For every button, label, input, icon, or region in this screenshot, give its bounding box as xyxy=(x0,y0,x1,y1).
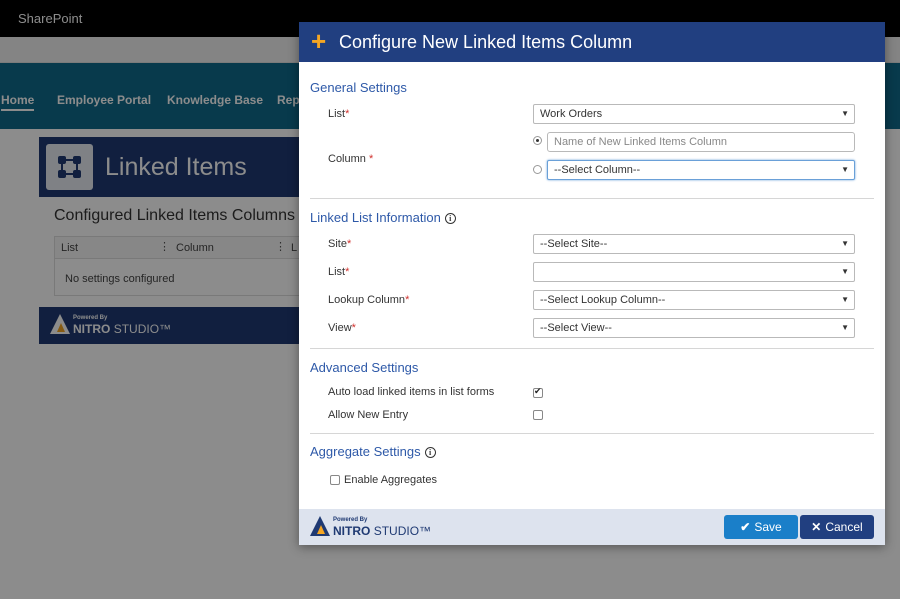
site-label: Site* xyxy=(328,238,351,250)
linked-list-title: Linked List Information i xyxy=(310,210,456,225)
site-select-value: --Select Site-- xyxy=(540,238,608,250)
configure-dialog: + Configure New Linked Items Column Gene… xyxy=(299,22,885,545)
lookup-column-label-text: Lookup Column xyxy=(328,294,406,306)
column-label: Column * xyxy=(328,153,373,165)
new-column-name-placeholder: Name of New Linked Items Column xyxy=(554,136,728,148)
chevron-down-icon: ▼ xyxy=(841,323,849,332)
view-select[interactable]: --Select View-- ▼ xyxy=(533,318,855,338)
save-button-label: Save xyxy=(754,520,782,534)
allow-new-entry-checkbox[interactable] xyxy=(533,410,543,420)
advanced-settings-title: Advanced Settings xyxy=(310,360,419,375)
lookup-column-select[interactable]: --Select Lookup Column-- ▼ xyxy=(533,290,855,310)
general-settings-title: General Settings xyxy=(310,80,407,95)
site-select[interactable]: --Select Site-- ▼ xyxy=(533,234,855,254)
column-label-text: Column xyxy=(328,153,366,165)
aggregate-settings-title: Aggregate Settings i xyxy=(310,444,436,459)
linked-list-select[interactable]: ▼ xyxy=(533,262,855,282)
powered-by-text: Powered By xyxy=(333,517,368,523)
list-select-value: Work Orders xyxy=(540,108,603,120)
check-icon: ✔ xyxy=(740,520,751,534)
nitro-word: NITRO xyxy=(333,524,371,538)
info-icon[interactable]: i xyxy=(424,447,436,459)
linked-list-label-text: List xyxy=(328,266,346,278)
nitro-studio-text: NITRO STUDIO™ xyxy=(333,524,431,538)
auto-load-label: Auto load linked items in list forms xyxy=(328,386,495,398)
required-marker: * xyxy=(346,238,352,250)
chevron-down-icon: ▼ xyxy=(841,165,849,174)
linked-list-title-text: Linked List Information xyxy=(310,210,441,225)
required-marker: * xyxy=(345,108,350,120)
new-column-name-input[interactable]: Name of New Linked Items Column xyxy=(547,132,855,152)
lookup-column-select-value: --Select Lookup Column-- xyxy=(540,294,666,306)
aggregate-settings-title-text: Aggregate Settings xyxy=(310,444,421,459)
view-label-text: View xyxy=(328,322,352,334)
info-icon[interactable]: i xyxy=(444,213,456,225)
dialog-footer: Powered By NITRO STUDIO™ ✔ Save ✕ Cancel xyxy=(299,509,885,545)
required-marker: * xyxy=(351,322,356,334)
view-select-value: --Select View-- xyxy=(540,322,612,334)
list-label-text: List xyxy=(328,108,346,120)
close-icon: ✕ xyxy=(811,520,822,534)
chevron-down-icon: ▼ xyxy=(841,239,849,248)
enable-aggregates-checkbox[interactable] xyxy=(330,475,340,485)
required-marker: * xyxy=(345,266,350,278)
enable-aggregates-label: Enable Aggregates xyxy=(344,474,437,486)
studio-word: STUDIO™ xyxy=(373,524,432,538)
new-column-radio[interactable] xyxy=(533,136,542,145)
existing-column-radio[interactable] xyxy=(533,165,542,174)
chevron-down-icon: ▼ xyxy=(841,109,849,118)
column-select-value: --Select Column-- xyxy=(554,164,641,176)
section-divider xyxy=(310,198,874,199)
plus-icon: + xyxy=(311,26,327,56)
cancel-button[interactable]: ✕ Cancel xyxy=(800,515,874,539)
cancel-button-label: Cancel xyxy=(825,520,863,534)
dialog-body: General Settings List* Work Orders ▼ Col… xyxy=(299,62,885,509)
dialog-header: + Configure New Linked Items Column xyxy=(299,22,885,62)
chevron-down-icon: ▼ xyxy=(841,267,849,276)
save-button[interactable]: ✔ Save xyxy=(724,515,798,539)
section-divider xyxy=(310,433,874,434)
site-label-text: Site xyxy=(328,238,347,250)
list-label: List* xyxy=(328,108,349,120)
auto-load-checkbox[interactable] xyxy=(533,386,543,398)
column-select[interactable]: --Select Column-- ▼ xyxy=(547,160,855,180)
section-divider xyxy=(310,348,874,349)
lookup-column-label: Lookup Column* xyxy=(328,294,409,306)
nitro-logo-accent-icon xyxy=(317,525,325,534)
dialog-title: Configure New Linked Items Column xyxy=(339,32,633,52)
list-select[interactable]: Work Orders ▼ xyxy=(533,104,855,124)
required-marker: * xyxy=(368,153,374,165)
required-marker: * xyxy=(405,294,410,306)
chevron-down-icon: ▼ xyxy=(841,295,849,304)
linked-list-label: List* xyxy=(328,266,349,278)
view-label: View* xyxy=(328,322,356,334)
allow-new-entry-label: Allow New Entry xyxy=(328,409,409,421)
